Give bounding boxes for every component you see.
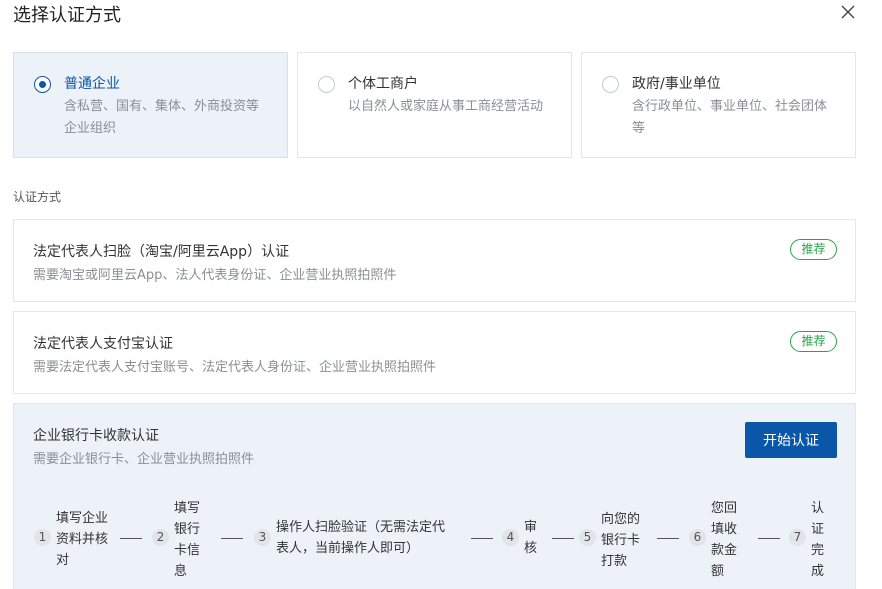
entity-type-desc: 以自然人或家庭从事工商经营活动 [348, 99, 544, 114]
entity-type-label: 个体工商户 [348, 76, 418, 92]
entity-type-desc: 含私营、国有、集体、外商投资等企业组织 [64, 99, 260, 136]
entity-type-desc: 含行政单位、事业单位、社会团体等 [632, 99, 828, 136]
step-text: 向您的银行卡打款 [601, 512, 641, 569]
step-text: 审核 [524, 520, 538, 556]
method-title: 法定代表人扫脸（淘宝/阿里云App）认证 [33, 244, 290, 260]
recommend-badge: 推荐 [790, 331, 837, 352]
step-number: 3 [254, 529, 271, 546]
radio-enterprise[interactable] [34, 76, 51, 93]
method-desc: 需要企业银行卡、企业营业执照拍照件 [33, 452, 255, 467]
method-title: 法定代表人支付宝认证 [33, 336, 173, 352]
method-alipay[interactable]: 法定代表人支付宝认证 需要法定代表人支付宝账号、法定代表人身份证、企业营业执照拍… [13, 311, 856, 394]
method-desc: 需要法定代表人支付宝账号、法定代表人身份证、企业营业执照拍照件 [33, 360, 437, 375]
radio-government[interactable] [602, 76, 619, 93]
step-number: 2 [152, 529, 169, 546]
step-connector [221, 538, 243, 539]
method-bank-card[interactable]: 企业银行卡收款认证 需要企业银行卡、企业营业执照拍照件 开始认证 1 填写企业资… [13, 403, 856, 589]
start-verification-button[interactable]: 开始认证 [745, 422, 837, 458]
step-text: 填写银行卡信息 [174, 501, 201, 579]
close-icon[interactable] [840, 4, 856, 20]
step-connector [120, 538, 142, 539]
step-text: 您回填收款金额 [711, 501, 738, 579]
step-connector [471, 538, 493, 539]
step-text: 填写企业资料并核对 [56, 511, 109, 568]
recommend-badge: 推荐 [790, 239, 837, 260]
step-number: 6 [689, 529, 706, 546]
dialog-title: 选择认证方式 [13, 5, 121, 26]
entity-type-label: 政府/事业单位 [632, 76, 721, 92]
step-number: 4 [502, 529, 519, 546]
step-number: 7 [789, 529, 806, 546]
step-connector [758, 538, 780, 539]
step-number: 5 [579, 529, 596, 546]
method-desc: 需要淘宝或阿里云App、法人代表身份证、企业营业执照拍照件 [33, 268, 397, 283]
method-title: 企业银行卡收款认证 [33, 428, 159, 444]
methods-section-label: 认证方式 [13, 190, 62, 204]
step-text: 操作人扫脸验证（无需法定代表人，当前操作人即可） [276, 520, 446, 556]
step-text: 认证完成 [811, 501, 825, 579]
radio-individual[interactable] [318, 76, 335, 93]
step-connector [552, 538, 574, 539]
entity-type-individual[interactable]: 个体工商户 以自然人或家庭从事工商经营活动 [297, 52, 572, 158]
entity-type-enterprise[interactable]: 普通企业 含私营、国有、集体、外商投资等企业组织 [13, 52, 288, 158]
entity-type-government[interactable]: 政府/事业单位 含行政单位、事业单位、社会团体等 [581, 52, 856, 158]
method-face-scan[interactable]: 法定代表人扫脸（淘宝/阿里云App）认证 需要淘宝或阿里云App、法人代表身份证… [13, 219, 856, 302]
step-connector [657, 538, 679, 539]
step-number: 1 [34, 529, 51, 546]
entity-type-label: 普通企业 [64, 76, 120, 92]
